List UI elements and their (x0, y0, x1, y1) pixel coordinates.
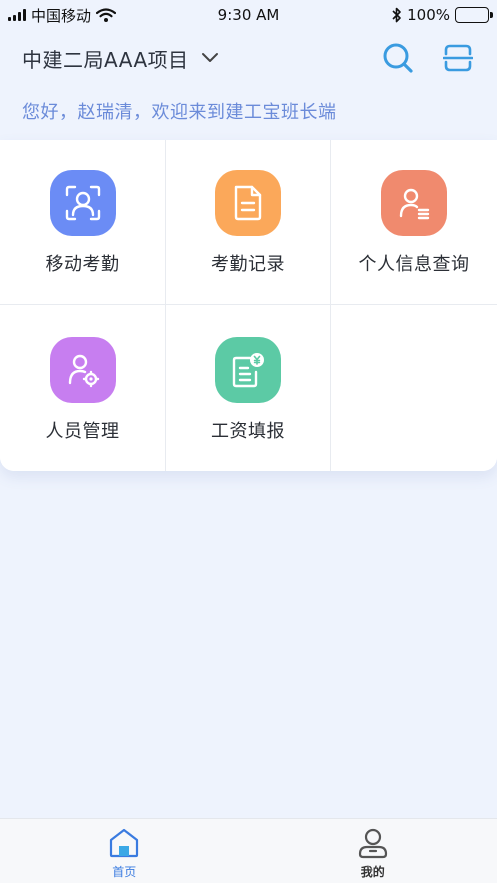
scan-icon (443, 44, 473, 72)
search-button[interactable] (381, 41, 415, 75)
document-icon (215, 170, 281, 236)
battery-percent: 100% (407, 6, 450, 24)
tile-label: 考勤记录 (211, 254, 285, 275)
tile-label: 工资填报 (211, 421, 285, 442)
tile-mobile-attendance[interactable]: 移动考勤 (0, 140, 166, 305)
tile-salary-report[interactable]: 工资填报 (166, 305, 331, 471)
person-list-icon (381, 170, 447, 236)
tile-label: 个人信息查询 (358, 254, 470, 275)
chevron-down-icon[interactable] (201, 49, 219, 67)
wifi-icon (96, 8, 117, 22)
search-icon (383, 43, 413, 73)
salary-form-icon (215, 337, 281, 403)
project-title[interactable]: 中建二局AAA项目 (22, 44, 189, 73)
carrier-label: 中国移动 (31, 6, 92, 25)
signal-icon (8, 9, 26, 21)
nav-home[interactable]: 首页 (0, 819, 249, 883)
battery-icon (455, 7, 493, 23)
face-scan-icon (49, 170, 116, 236)
tile-label: 人员管理 (45, 421, 120, 442)
bluetooth-icon (392, 7, 401, 23)
person-gear-icon (49, 337, 116, 403)
scan-button[interactable] (441, 41, 475, 75)
tile-staff-management[interactable]: 人员管理 (0, 305, 166, 471)
nav-profile[interactable]: 我的 (249, 819, 497, 883)
tile-label: 移动考勤 (45, 254, 120, 275)
tile-attendance-records[interactable]: 考勤记录 (166, 140, 331, 305)
nav-label: 首页 (112, 865, 137, 879)
profile-icon (356, 827, 390, 859)
greeting-text: 您好，赵瑞清，欢迎来到建工宝班长端 (22, 102, 337, 123)
status-bar: 中国移动 9:30 AM 100% (0, 0, 497, 30)
function-grid: 移动考勤 考勤记录 个人信息查询 人员管理 工资填报 (0, 140, 497, 471)
nav-label: 我的 (360, 865, 385, 879)
bottom-nav: 首页 我的 (0, 818, 497, 883)
header: 中建二局AAA项目 (0, 36, 497, 80)
tile-personal-info[interactable]: 个人信息查询 (331, 140, 497, 305)
tile-empty (331, 305, 497, 471)
home-icon (107, 827, 141, 859)
